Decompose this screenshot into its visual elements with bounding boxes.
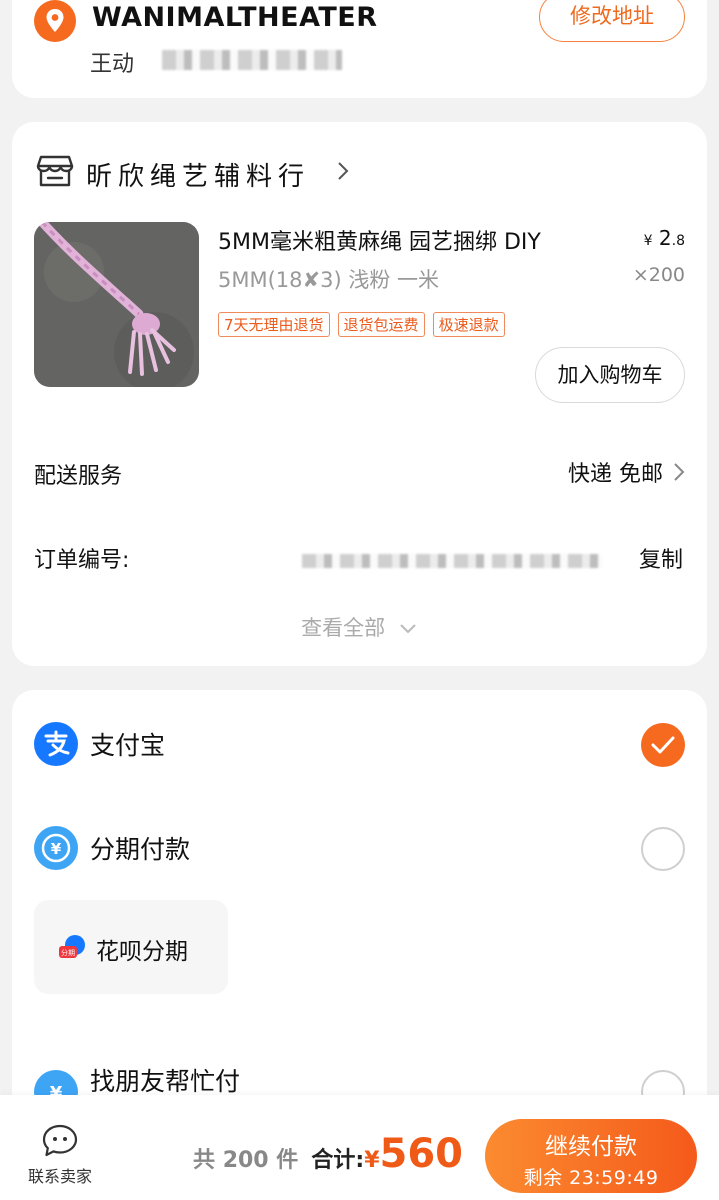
item-count: 共 200 件	[193, 1148, 299, 1173]
store-icon	[36, 155, 74, 187]
product-image[interactable]	[34, 222, 199, 387]
service-tag: 退货包运费	[337, 312, 425, 337]
radio-unchecked[interactable]	[641, 827, 685, 871]
add-to-cart-button[interactable]: 加入购物车	[535, 347, 685, 403]
svg-text:¥: ¥	[51, 840, 62, 858]
continue-payment-label: 继续付款	[545, 1134, 637, 1160]
masked-phone	[162, 50, 342, 70]
svg-text:分期: 分期	[61, 948, 75, 957]
address-card: WANIMALTHEATER 王动 修改地址	[12, 0, 707, 98]
payment-option-label: 找朋友帮忙付	[90, 1067, 241, 1096]
total-label: 合计:	[311, 1148, 365, 1173]
product-quantity: ×200	[632, 264, 685, 286]
huabei-label: 花呗分期	[96, 939, 188, 965]
store-name: 昕欣绳艺辅料行	[86, 162, 311, 192]
copy-button[interactable]: 复制	[639, 542, 683, 574]
order-number-label: 订单编号:	[34, 548, 130, 573]
view-all-button[interactable]: 查看全部	[12, 612, 707, 642]
contact-seller-label: 联系卖家	[27, 1167, 92, 1186]
chevron-right-icon[interactable]	[673, 462, 685, 482]
address-name: WANIMALTHEATER	[92, 2, 378, 33]
payment-option-label: 分期付款	[90, 835, 191, 864]
product-spec: 5MM(18✘3) 浅粉 一米	[218, 268, 440, 292]
payment-option-installment[interactable]: ¥ 分期付款	[34, 824, 685, 874]
installment-icon: ¥	[34, 826, 78, 870]
product-price: ¥ 2.8	[643, 226, 685, 250]
service-tag: 7天无理由退货	[218, 312, 330, 337]
service-tags: 7天无理由退货 退货包运费 极速退款	[218, 312, 505, 337]
total-amount: 560	[379, 1131, 464, 1177]
location-pin-icon	[34, 0, 76, 42]
continue-payment-button[interactable]: 继续付款 剩余 23:59:49	[485, 1119, 697, 1193]
total-currency: ¥	[364, 1148, 380, 1173]
payment-option-label: 支付宝	[90, 731, 166, 760]
chat-bubble-icon	[42, 1124, 78, 1157]
order-summary: 共 200 件 合计:¥560	[193, 1131, 463, 1177]
delivery-label: 配送服务	[34, 464, 123, 489]
masked-order-number	[302, 554, 602, 568]
recipient-name: 王动	[90, 52, 135, 77]
alipay-icon	[34, 722, 78, 766]
payment-countdown: 剩余 23:59:49	[523, 1167, 659, 1189]
bottom-bar: 联系卖家 共 200 件 合计:¥560 继续付款 剩余 23:59:49	[0, 1095, 719, 1200]
service-tag: 极速退款	[432, 312, 505, 337]
huabei-icon: 分期	[59, 935, 85, 958]
chevron-right-icon	[338, 162, 349, 180]
checkmark-icon	[651, 736, 675, 754]
contact-seller-button[interactable]: 联系卖家	[20, 1123, 100, 1187]
chevron-down-icon	[400, 624, 416, 634]
order-card: 昕欣绳艺辅料行 5MM毫米粗黄麻绳 园艺捆绑 DIY ¥ 2.8 5MM(18✘…	[12, 122, 707, 666]
view-all-label: 查看全部	[301, 616, 386, 640]
edit-address-button[interactable]: 修改地址	[539, 0, 685, 42]
delivery-value[interactable]: 快递 免邮	[568, 456, 663, 488]
radio-checked[interactable]	[641, 723, 685, 767]
huabei-installment-option[interactable]: 分期 花呗分期	[34, 900, 228, 994]
product-title[interactable]: 5MM毫米粗黄麻绳 园艺捆绑 DIY	[218, 224, 541, 256]
payment-option-alipay[interactable]: 支付宝	[34, 720, 685, 770]
